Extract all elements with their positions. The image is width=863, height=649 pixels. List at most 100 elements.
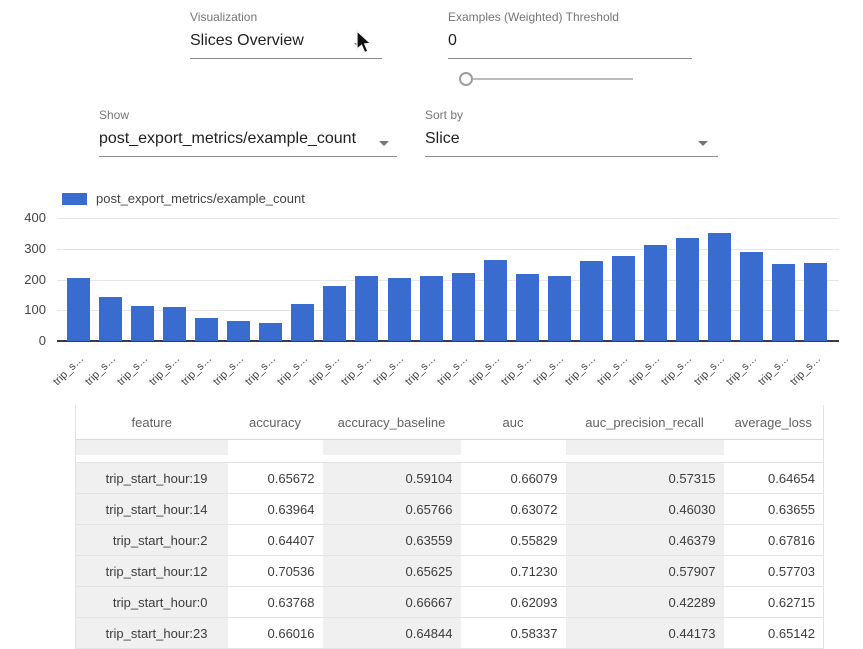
column-header-auc_precision_recall[interactable]: auc_precision_recall	[566, 405, 724, 440]
filter-cell	[461, 440, 566, 456]
spacer-cell	[461, 455, 566, 463]
filter-cell	[228, 440, 323, 456]
chevron-down-icon[interactable]	[379, 141, 389, 146]
table-row: trip_start_hour:190.656720.591040.660790…	[76, 463, 824, 494]
metric-cell: 0.42289	[566, 587, 724, 618]
metric-cell: 0.44173	[566, 618, 724, 649]
show-value-row[interactable]: post_export_metrics/example_count	[99, 129, 397, 157]
threshold-slider[interactable]	[459, 72, 633, 86]
bar[interactable]	[323, 286, 346, 341]
spacer-cell	[724, 455, 824, 463]
filter-cell	[76, 440, 228, 456]
gridline	[57, 218, 839, 219]
show-metric-select[interactable]: Show post_export_metrics/example_count	[99, 108, 397, 157]
bar[interactable]	[772, 264, 795, 341]
table-row: trip_start_hour:230.660160.648440.583370…	[76, 618, 824, 649]
bar[interactable]	[452, 273, 475, 341]
column-header-auc[interactable]: auc	[461, 405, 566, 440]
chart-legend: post_export_metrics/example_count	[62, 191, 305, 206]
bar[interactable]	[580, 261, 603, 341]
feature-cell: trip_start_hour:14	[76, 494, 228, 525]
bar[interactable]	[420, 276, 443, 341]
metric-cell: 0.64654	[724, 463, 824, 494]
y-axis-tick-label: 400	[0, 210, 46, 226]
metric-cell: 0.66667	[323, 587, 461, 618]
bar[interactable]	[516, 274, 539, 341]
table-row: trip_start_hour:120.705360.656250.712300…	[76, 556, 824, 587]
bar[interactable]	[355, 276, 378, 341]
bar[interactable]	[131, 306, 154, 341]
sort-by-value-row[interactable]: Slice	[425, 129, 718, 157]
metric-cell: 0.62715	[724, 587, 824, 618]
bar[interactable]	[99, 297, 122, 341]
metric-cell: 0.70536	[228, 556, 323, 587]
column-header-accuracy[interactable]: accuracy	[228, 405, 323, 440]
y-axis-tick-label: 200	[0, 272, 46, 288]
table-row: trip_start_hour:00.637680.666670.620930.…	[76, 587, 824, 618]
metric-cell: 0.59104	[323, 463, 461, 494]
filter-row	[76, 440, 824, 456]
metric-cell: 0.66016	[228, 618, 323, 649]
bar[interactable]	[291, 304, 314, 341]
bar[interactable]	[163, 307, 186, 341]
bar[interactable]	[484, 260, 507, 341]
metric-cell: 0.63768	[228, 587, 323, 618]
filter-cell	[566, 440, 724, 456]
bar[interactable]	[259, 323, 282, 341]
bar[interactable]	[388, 278, 411, 341]
bar[interactable]	[804, 263, 827, 341]
visualization-label: Visualization	[190, 10, 382, 24]
metric-cell: 0.71230	[461, 556, 566, 587]
bar[interactable]	[676, 238, 699, 341]
threshold-input[interactable]: 0	[448, 31, 692, 59]
y-axis-tick-label: 300	[0, 241, 46, 257]
chevron-down-icon[interactable]	[698, 141, 708, 146]
threshold-field[interactable]: Examples (Weighted) Threshold 0	[448, 10, 692, 59]
metric-cell: 0.65672	[228, 463, 323, 494]
bar[interactable]	[195, 318, 218, 341]
sort-by-select[interactable]: Sort by Slice	[425, 108, 718, 157]
metric-cell: 0.64844	[323, 618, 461, 649]
metric-cell: 0.46379	[566, 525, 724, 556]
spacer-cell	[323, 455, 461, 463]
metric-cell: 0.66079	[461, 463, 566, 494]
chevron-down-icon[interactable]	[354, 43, 364, 48]
bar[interactable]	[740, 252, 763, 341]
column-header-accuracy_baseline[interactable]: accuracy_baseline	[323, 405, 461, 440]
metric-cell: 0.57315	[566, 463, 724, 494]
legend-swatch	[62, 193, 87, 205]
table-row: trip_start_hour:140.639640.657660.63072 0…	[76, 494, 824, 525]
feature-cell: trip_start_hour:19	[76, 463, 228, 494]
visualization-value: Slices Overview	[190, 31, 382, 51]
visualization-select[interactable]: Visualization Slices Overview	[190, 10, 382, 59]
metric-cell: 0.63964	[228, 494, 323, 525]
metric-cell: 0.63072	[461, 494, 566, 525]
bar[interactable]	[67, 278, 90, 341]
metric-cell: 0.64407	[228, 525, 323, 556]
table-row: trip_start_hour:20.644070.635590.558290.…	[76, 525, 824, 556]
filter-cell	[323, 440, 461, 456]
slider-track[interactable]	[466, 78, 633, 80]
metric-cell: 0.63655	[724, 494, 824, 525]
legend-label: post_export_metrics/example_count	[96, 191, 305, 206]
column-header-feature[interactable]: feature	[76, 405, 228, 440]
bar[interactable]	[644, 245, 667, 341]
metric-cell: 0.62093	[461, 587, 566, 618]
spacer-cell	[76, 455, 228, 463]
table-header-row: featureaccuracyaccuracy_baselineaucauc_p…	[76, 405, 824, 440]
metric-cell: 0.65625	[323, 556, 461, 587]
slider-handle[interactable]	[459, 72, 473, 86]
metric-cell: 0.65766	[323, 494, 461, 525]
visualization-value-row[interactable]: Slices Overview	[190, 31, 382, 59]
metrics-table: featureaccuracyaccuracy_baselineaucauc_p…	[75, 405, 824, 649]
column-header-average_loss[interactable]: average_loss	[724, 405, 824, 440]
threshold-label: Examples (Weighted) Threshold	[448, 10, 692, 24]
metric-cell: 0.57907	[566, 556, 724, 587]
bar[interactable]	[612, 256, 635, 341]
sort-by-value: Slice	[425, 129, 718, 149]
show-value: post_export_metrics/example_count	[99, 129, 397, 149]
threshold-value: 0	[448, 31, 692, 51]
bar[interactable]	[548, 276, 571, 341]
bar[interactable]	[227, 321, 250, 341]
bar[interactable]	[708, 233, 731, 341]
